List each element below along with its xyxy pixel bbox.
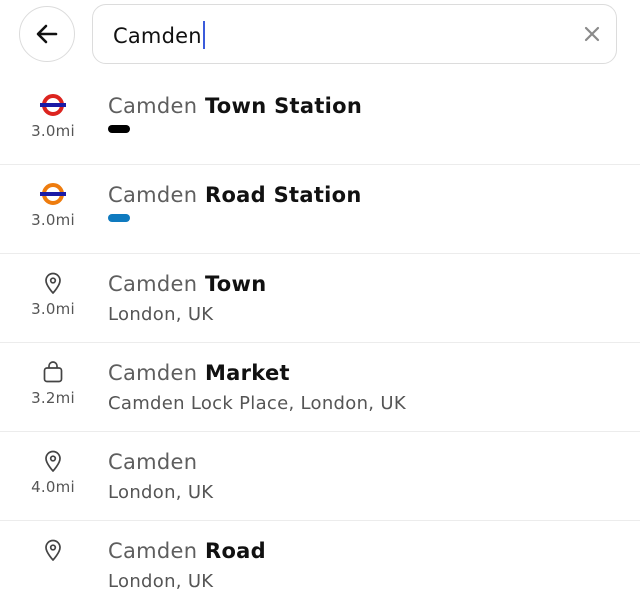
result-item-camden[interactable]: 4.0mi Camden London, UK — [0, 432, 640, 521]
result-title: Camden — [108, 449, 197, 475]
result-distance: 3.0mi — [31, 211, 75, 229]
result-leading — [18, 521, 88, 610]
result-distance: 3.2mi — [31, 389, 75, 407]
result-title: Camden Town — [108, 271, 266, 297]
result-subtitle: Camden Lock Place, London, UK — [108, 393, 406, 414]
overground-line-indicator — [108, 214, 130, 222]
back-button[interactable] — [19, 6, 75, 62]
result-title-rest: Market — [197, 361, 290, 385]
search-input[interactable]: Camden — [113, 21, 206, 49]
result-leading: 3.0mi — [18, 76, 88, 165]
result-leading: 3.0mi — [18, 254, 88, 343]
result-title: Camden Market — [108, 360, 290, 386]
result-leading: 4.0mi — [18, 432, 88, 521]
result-title-match: Camden — [108, 450, 198, 474]
result-title: Camden Town Station — [108, 93, 362, 119]
result-title-match: Camden — [108, 272, 198, 296]
location-pin-icon — [45, 450, 61, 472]
search-query-text: Camden — [113, 24, 202, 48]
location-pin-icon — [45, 272, 61, 294]
result-distance: 3.0mi — [31, 122, 75, 140]
arrow-left-icon — [36, 24, 58, 44]
text-caret — [202, 21, 206, 49]
result-leading: 3.0mi — [18, 165, 88, 254]
result-title-rest: Town — [197, 272, 267, 296]
result-title: Camden Road Station — [108, 182, 362, 208]
result-title-rest: Road — [197, 539, 266, 563]
underground-roundel-icon — [40, 94, 66, 116]
result-distance: 4.0mi — [31, 478, 75, 496]
result-subtitle: London, UK — [108, 482, 214, 503]
result-title-match: Camden — [108, 361, 198, 385]
result-distance: 3.0mi — [31, 300, 75, 318]
result-item-camden-road-station[interactable]: 3.0mi Camden Road Station — [0, 165, 640, 254]
location-pin-icon — [45, 539, 61, 561]
result-subtitle: London, UK — [108, 304, 214, 325]
search-header: Camden — [0, 0, 640, 76]
result-item-camden-road[interactable]: Camden Road London, UK — [0, 521, 640, 610]
clear-search-button[interactable] — [580, 22, 604, 46]
search-results-list: 3.0mi Camden Town Station 3.0mi Camden R… — [0, 76, 640, 610]
result-item-camden-town[interactable]: 3.0mi Camden Town London, UK — [0, 254, 640, 343]
result-item-camden-market[interactable]: 3.2mi Camden Market Camden Lock Place, L… — [0, 343, 640, 432]
result-title: Camden Road — [108, 538, 266, 564]
overground-roundel-icon — [40, 183, 66, 205]
result-item-camden-town-station[interactable]: 3.0mi Camden Town Station — [0, 76, 640, 165]
result-title-rest: Town Station — [197, 94, 363, 118]
result-title-match: Camden — [108, 183, 198, 207]
result-subtitle: London, UK — [108, 571, 214, 592]
northern-line-indicator — [108, 125, 130, 133]
search-field[interactable]: Camden — [92, 4, 617, 64]
result-leading: 3.2mi — [18, 343, 88, 432]
result-title-rest: Road Station — [197, 183, 362, 207]
shopping-bag-icon — [43, 361, 63, 383]
result-title-match: Camden — [108, 94, 198, 118]
result-title-match: Camden — [108, 539, 198, 563]
close-icon — [584, 26, 600, 42]
